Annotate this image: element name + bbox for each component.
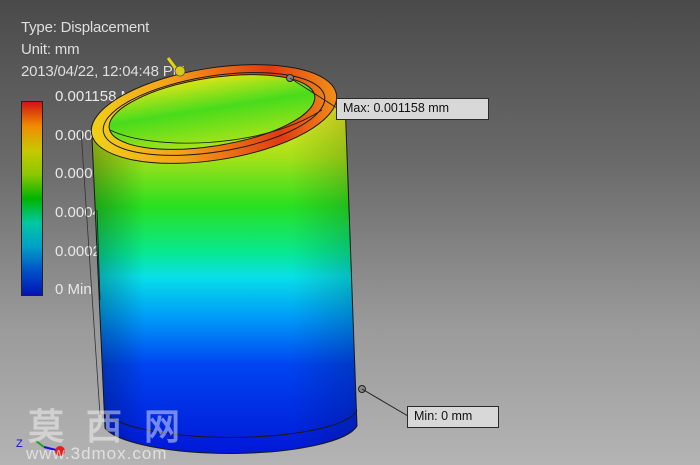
- light-gizmo-icon: [166, 57, 186, 77]
- watermark-url: www.3dmox.com: [26, 444, 168, 463]
- max-probe-label[interactable]: Max: 0.001158 mm: [336, 98, 489, 120]
- cylinder-model[interactable]: Z: [0, 0, 700, 465]
- axis-z-label: Z: [16, 438, 23, 450]
- watermark-logo: 莫西网: [28, 406, 203, 448]
- graphics-viewport[interactable]: Type: Displacement Unit: mm 2013/04/22, …: [0, 0, 700, 465]
- min-probe-label[interactable]: Min: 0 mm: [407, 406, 499, 428]
